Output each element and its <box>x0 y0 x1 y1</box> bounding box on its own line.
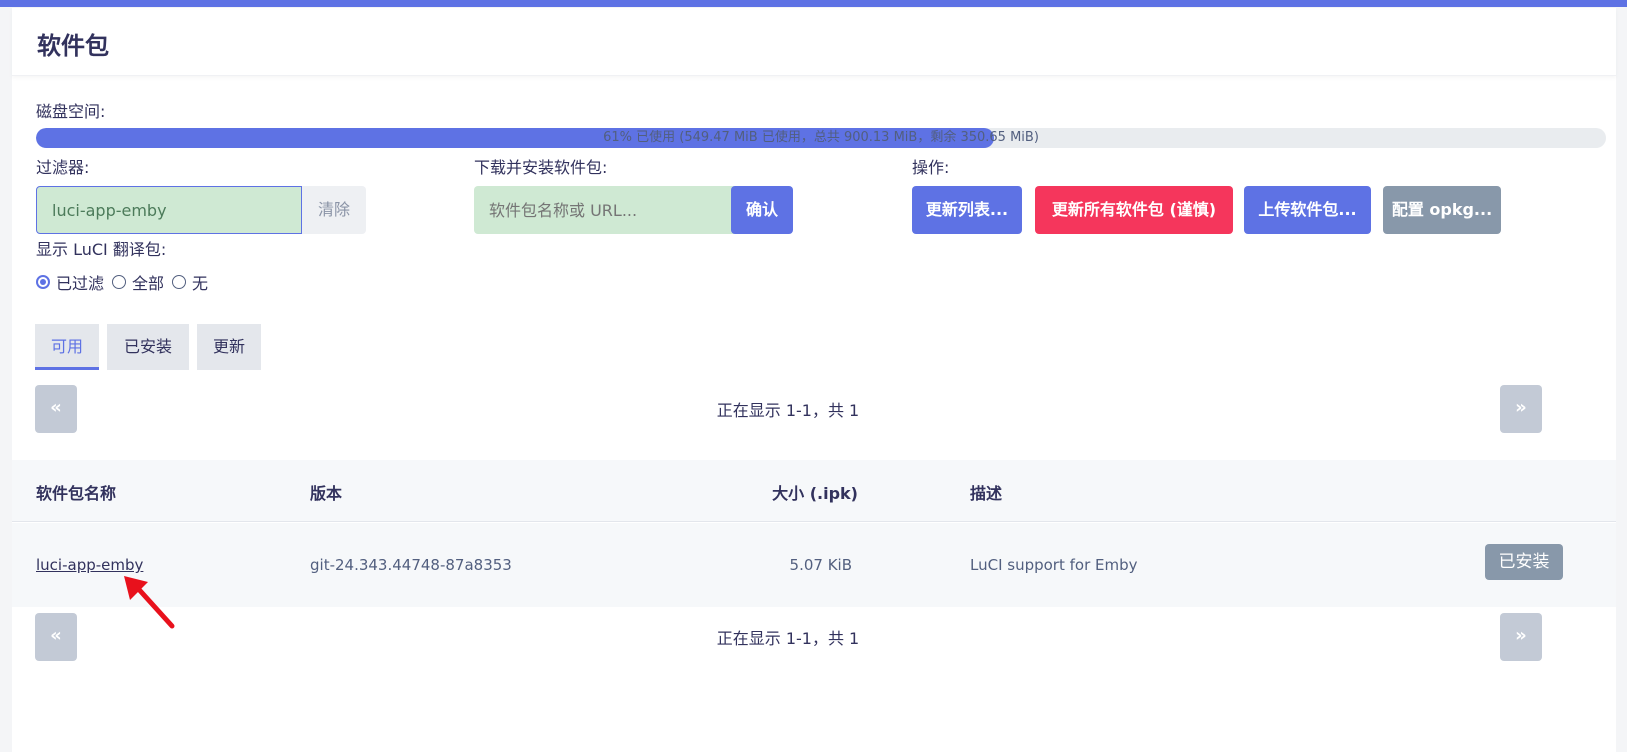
table-row: luci-app-emby git-24.343.44748-87a8353 5… <box>12 523 1616 607</box>
cell-version: git-24.343.44748-87a8353 <box>310 556 512 574</box>
packages-card: 软件包 磁盘空间: 61% 已使用 (549.47 MiB 已使用，总共 900… <box>12 8 1616 752</box>
card-header: 软件包 <box>12 8 1616 76</box>
package-name-link[interactable]: luci-app-emby <box>36 556 143 574</box>
next-page-button-bottom[interactable]: » <box>1500 613 1542 661</box>
pager-status-top: 正在显示 1-1，共 1 <box>716 401 860 420</box>
tab-available[interactable]: 可用 <box>35 324 99 370</box>
next-page-button-top[interactable]: » <box>1500 385 1542 433</box>
filter-label: 过滤器: <box>36 158 90 177</box>
column-header-size: 大小 (.ipk) <box>772 484 858 503</box>
disk-usage-text: 61% 已使用 (549.47 MiB 已使用，总共 900.13 MiB，剩余… <box>603 130 1039 145</box>
page-title: 软件包 <box>37 32 109 60</box>
translations-radio-group: 已过滤 全部 无 <box>36 270 216 294</box>
download-label: 下载并安装软件包: <box>474 158 608 177</box>
column-header-description: 描述 <box>970 484 1003 503</box>
prev-page-button-top[interactable]: « <box>35 385 77 433</box>
column-header-name: 软件包名称 <box>36 484 117 503</box>
radio-filtered-label[interactable]: 已过滤 <box>56 270 104 294</box>
translations-label: 显示 LuCI 翻译包: <box>36 240 167 259</box>
radio-none-label[interactable]: 无 <box>192 270 208 294</box>
annotation-arrow-icon <box>124 576 175 629</box>
installed-button[interactable]: 已安装 <box>1485 544 1563 580</box>
cell-description: LuCI support for Emby <box>970 556 1138 574</box>
cell-size: 5.07 KiB <box>789 556 852 574</box>
table-header: 软件包名称 版本 大小 (.ipk) 描述 <box>12 460 1616 522</box>
configure-opkg-button[interactable]: 配置 opkg... <box>1383 186 1501 234</box>
upgrade-all-button[interactable]: 更新所有软件包 (谨慎) <box>1035 186 1233 234</box>
radio-all-label[interactable]: 全部 <box>132 270 164 294</box>
confirm-install-button[interactable]: 确认 <box>731 186 793 234</box>
radio-filtered[interactable] <box>36 275 50 289</box>
disk-usage-bar: 61% 已使用 (549.47 MiB 已使用，总共 900.13 MiB，剩余… <box>36 128 1606 148</box>
cell-name: luci-app-emby <box>36 556 143 574</box>
package-url-input[interactable] <box>474 186 736 234</box>
clear-filter-button[interactable]: 清除 <box>302 186 366 234</box>
radio-all[interactable] <box>112 275 127 289</box>
upload-package-button[interactable]: 上传软件包... <box>1244 186 1371 234</box>
radio-none[interactable] <box>172 275 187 289</box>
prev-page-button-bottom[interactable]: « <box>35 613 77 661</box>
tab-updates[interactable]: 更新 <box>197 324 261 370</box>
disk-space-label: 磁盘空间: <box>36 102 106 121</box>
update-lists-button[interactable]: 更新列表... <box>912 186 1022 234</box>
top-accent-bar <box>0 0 1627 7</box>
filter-input[interactable] <box>36 186 302 234</box>
tab-installed[interactable]: 已安装 <box>107 324 189 370</box>
pager-status-bottom: 正在显示 1-1，共 1 <box>716 629 860 648</box>
actions-label: 操作: <box>912 158 950 177</box>
column-header-version: 版本 <box>310 484 343 503</box>
